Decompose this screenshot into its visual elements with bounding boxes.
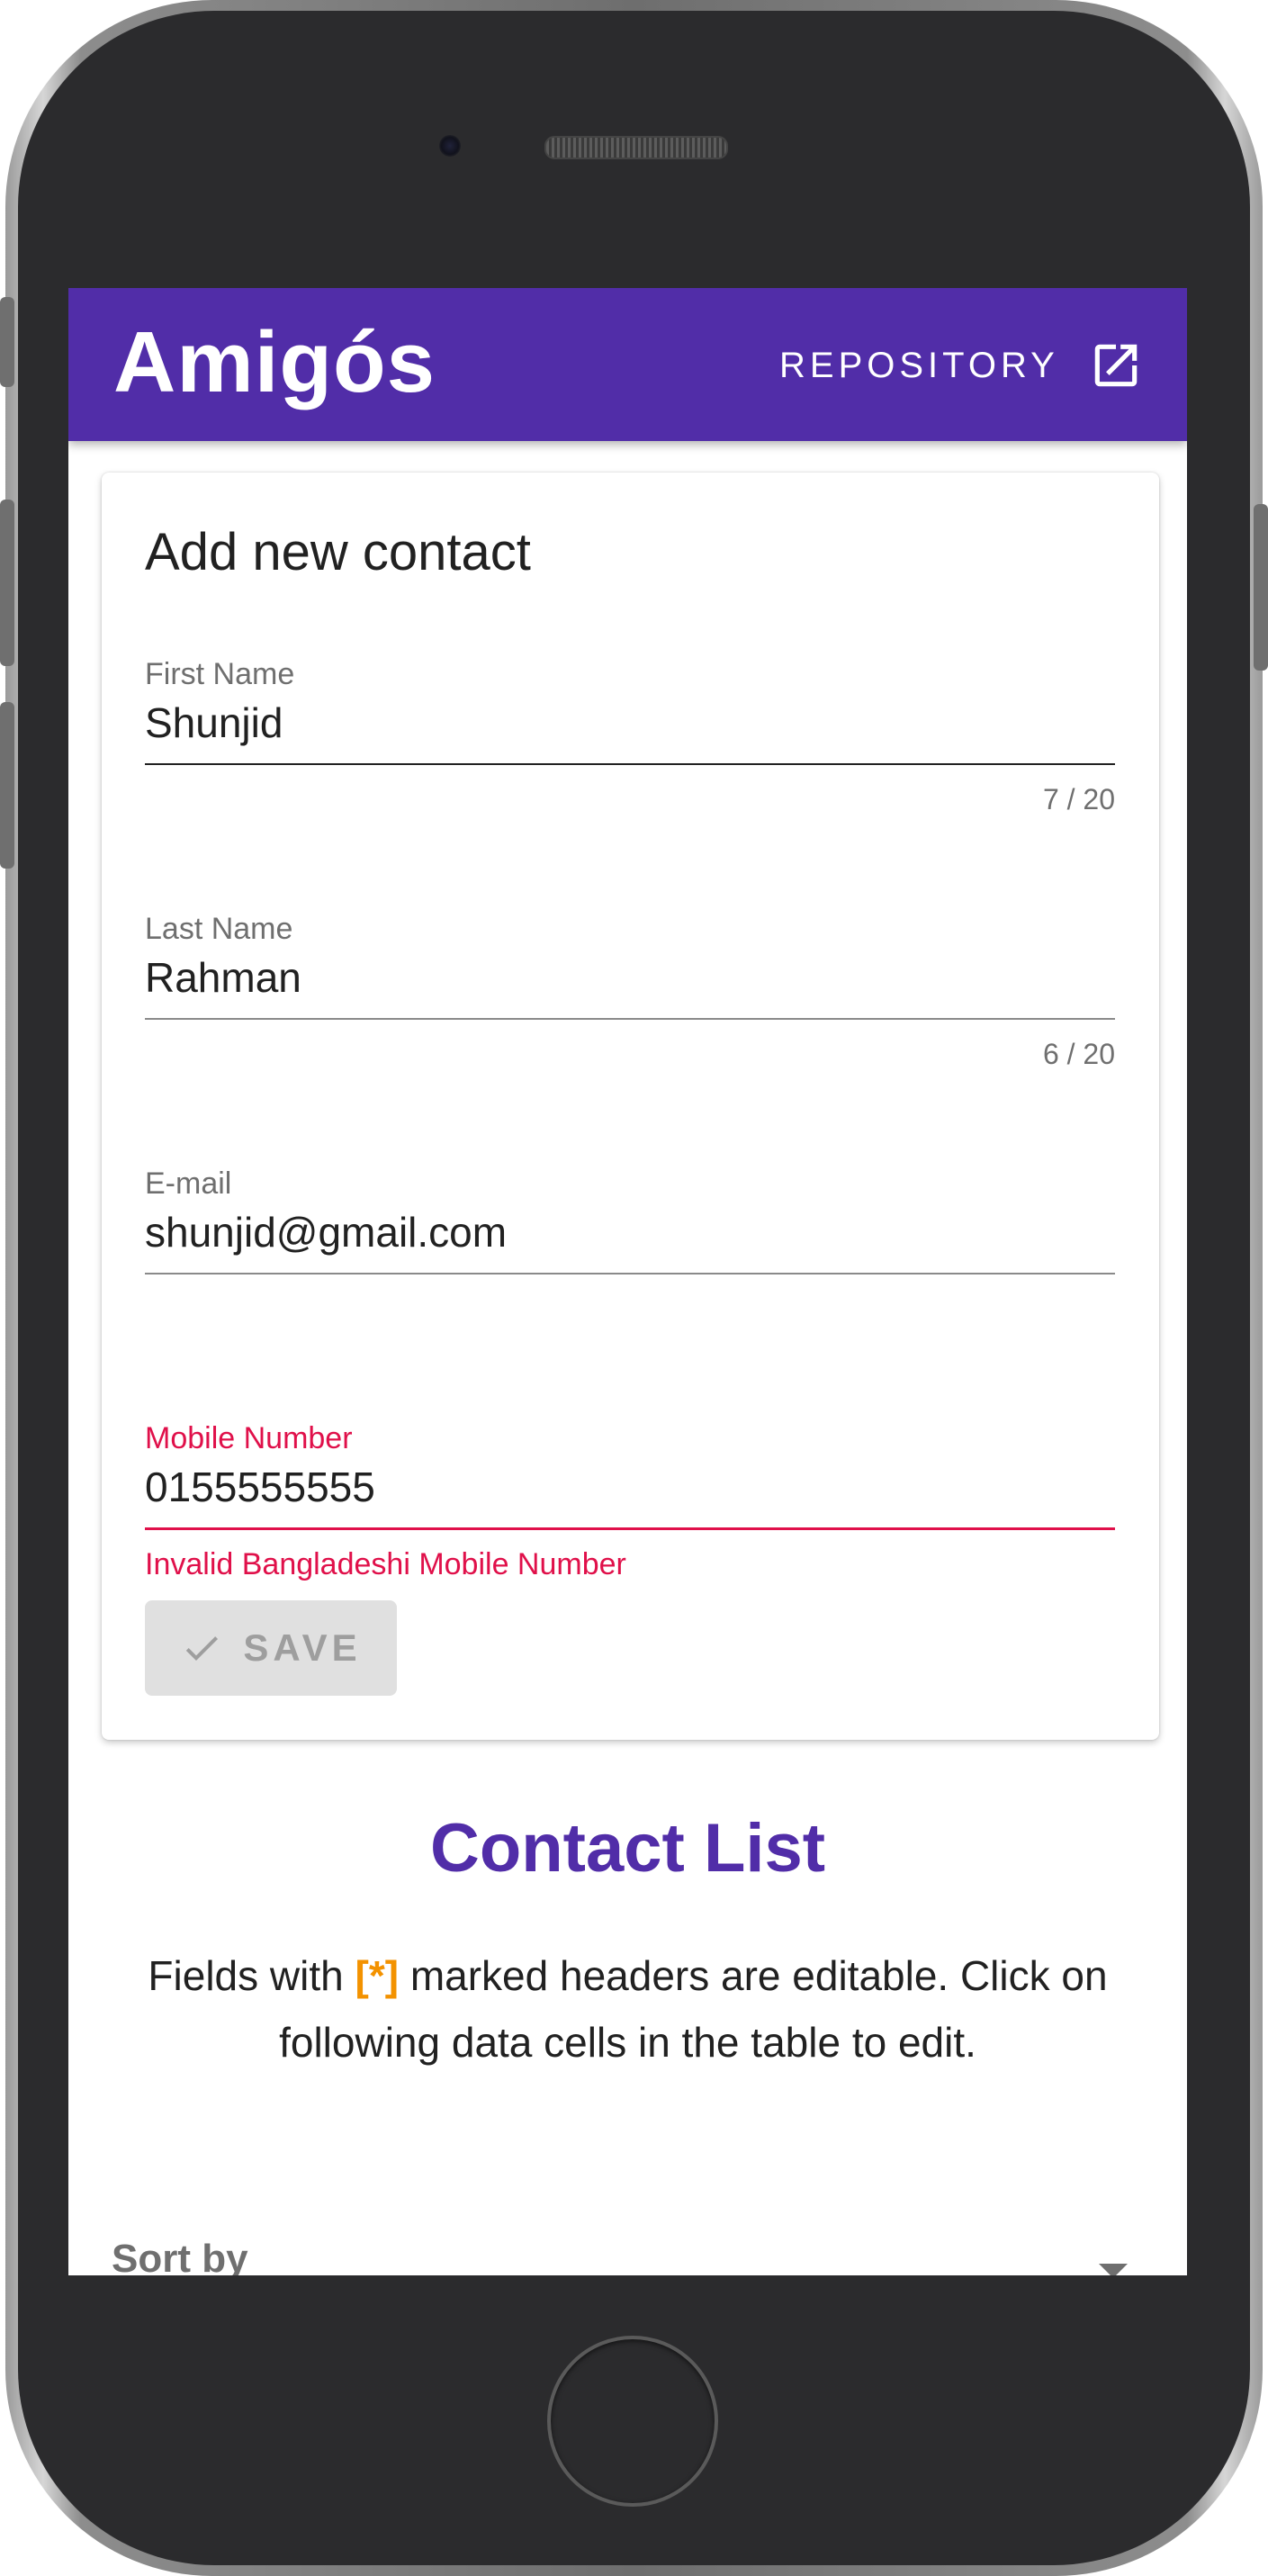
email-label: E-mail [145, 1166, 232, 1201]
first-name-counter: 7 / 20 [1042, 783, 1115, 815]
repository-button[interactable]: REPOSITORY [779, 331, 1166, 400]
volume-up-button [0, 500, 14, 666]
mute-switch [0, 297, 14, 387]
save-label: SAVE [243, 1626, 362, 1669]
email-underline [145, 1273, 1115, 1274]
card-title: Add new contact [145, 523, 531, 581]
description-text-start: Fields with [148, 1952, 355, 1999]
editable-marker: [*] [355, 1952, 400, 1999]
earpiece-speaker [544, 136, 728, 159]
contact-list-title: Contact List [429, 1810, 826, 1887]
mobile-label: Mobile Number [145, 1421, 353, 1455]
app-bar: Amigós REPOSITORY [68, 288, 1187, 441]
email-input[interactable] [145, 1201, 1115, 1264]
check-icon [186, 1636, 219, 1661]
mobile-input[interactable] [145, 1455, 1115, 1518]
description-text-end: marked headers are editable. Click on fo… [279, 1952, 1108, 2066]
last-name-label: Last Name [145, 912, 293, 946]
dropdown-arrow-icon[interactable] [1099, 2264, 1128, 2275]
add-contact-card: Add new contact First Name 7 / 20 Last N… [102, 473, 1159, 1740]
mobile-error-message: Invalid Bangladeshi Mobile Number [145, 1547, 626, 1581]
mobile-underline [145, 1527, 1115, 1530]
repository-label: REPOSITORY [779, 345, 1059, 385]
last-name-input[interactable] [145, 946, 1115, 1009]
open-in-new-icon [1094, 344, 1138, 387]
app-title: Amigós [113, 314, 436, 410]
volume-down-button [0, 702, 14, 869]
app-screen: Amigós REPOSITORY Add new contact First … [68, 288, 1187, 2275]
first-name-underline [145, 763, 1115, 765]
sort-by-select[interactable]: Sort by [112, 2237, 248, 2275]
first-name-label: First Name [145, 657, 295, 691]
contact-list-description: Fields with [*] marked headers are edita… [104, 1942, 1151, 2076]
first-name-input[interactable] [145, 691, 1115, 754]
save-button[interactable]: SAVE [145, 1600, 397, 1696]
power-button [1254, 504, 1268, 671]
front-camera [439, 135, 461, 157]
last-name-counter: 6 / 20 [1042, 1038, 1115, 1070]
home-button[interactable] [547, 2336, 718, 2507]
last-name-underline [145, 1018, 1115, 1020]
